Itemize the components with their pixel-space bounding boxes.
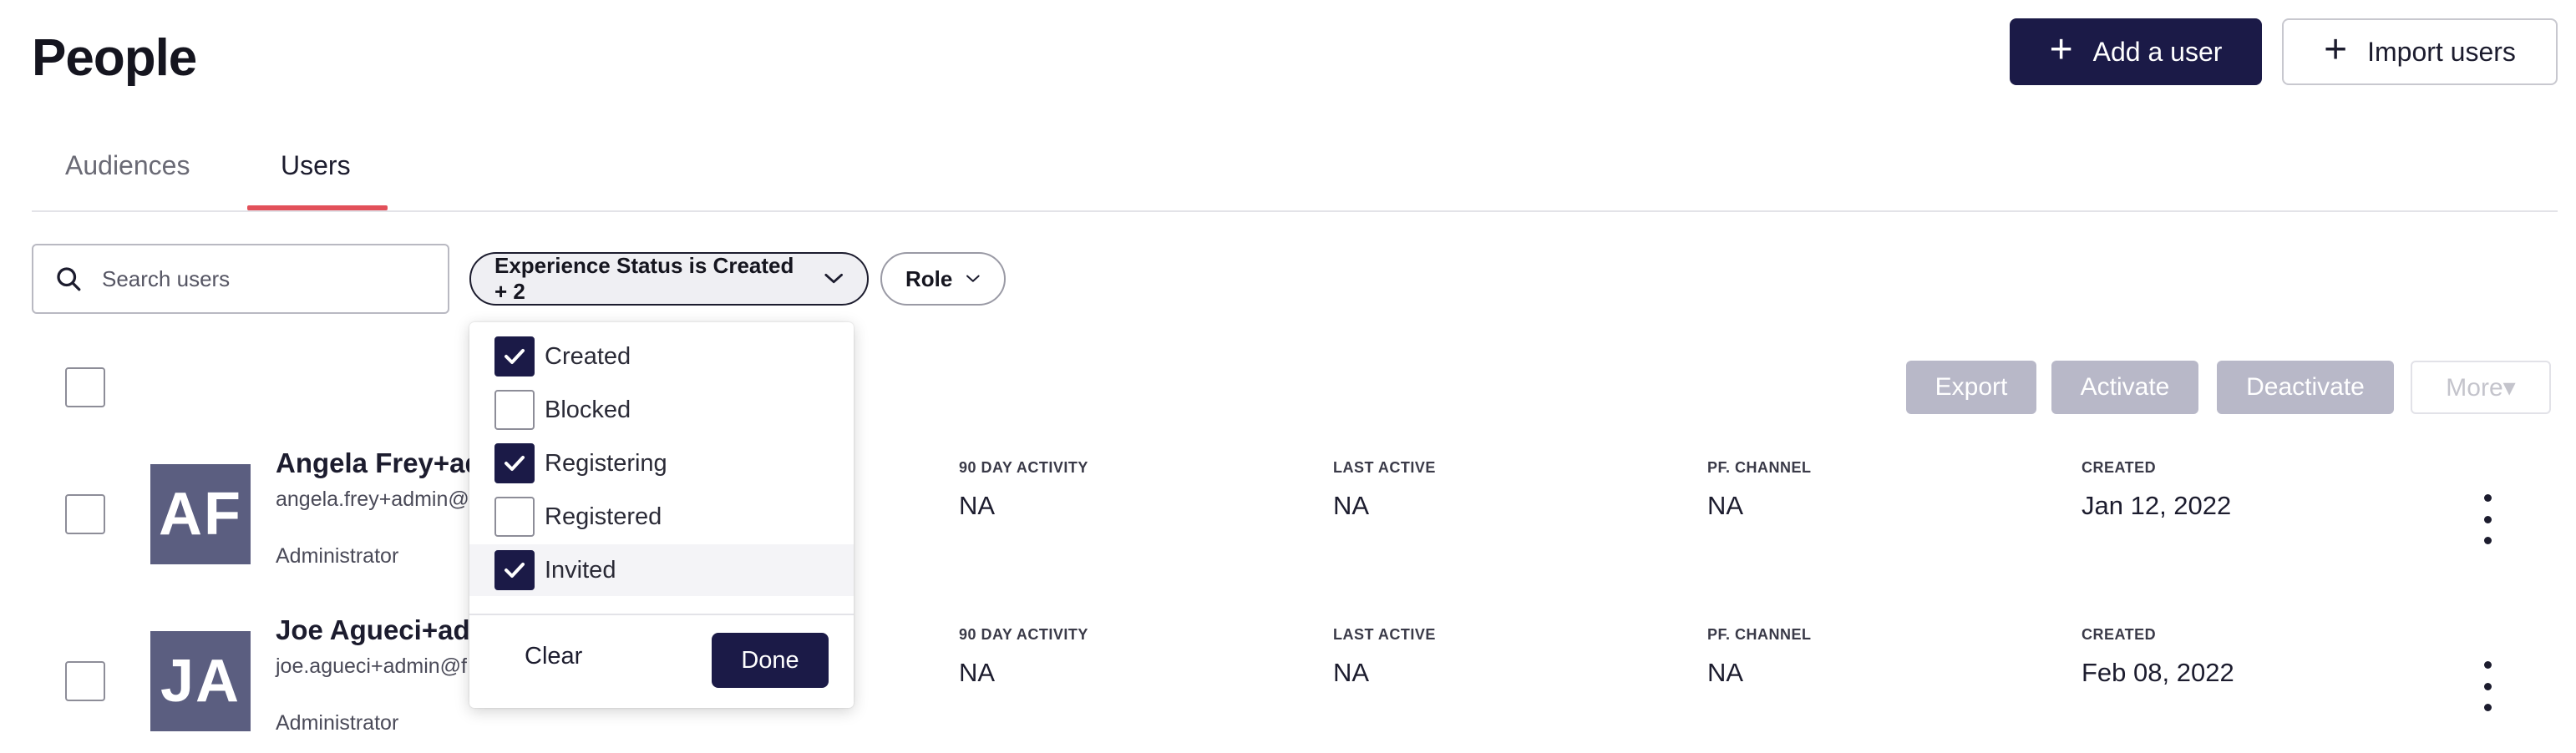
option-checkbox-checked[interactable] xyxy=(494,550,535,590)
deactivate-button[interactable]: Deactivate xyxy=(2217,361,2394,414)
activity-label: 90 DAY ACTIVITY xyxy=(959,626,1088,643)
divider xyxy=(469,614,854,615)
channel-value: NA xyxy=(1707,658,1744,687)
last-active-label: LAST ACTIVE xyxy=(1333,459,1436,476)
experience-status-filter-label: Experience Status is Created + 2 xyxy=(494,253,794,304)
option-label: Registered xyxy=(545,503,662,530)
more-button[interactable]: More▾ xyxy=(2411,361,2551,414)
add-user-button[interactable]: + Add a user xyxy=(2010,18,2262,85)
last-active-value: NA xyxy=(1333,491,1370,520)
option-label: Registering xyxy=(545,449,667,477)
avatar: AF xyxy=(150,464,251,564)
created-value: Feb 08, 2022 xyxy=(2082,658,2234,687)
done-button[interactable]: Done xyxy=(712,633,829,688)
channel-label: PF. CHANNEL xyxy=(1707,626,1812,643)
tab-users[interactable]: Users xyxy=(281,150,351,181)
option-checkbox[interactable] xyxy=(494,497,535,537)
avatar: JA xyxy=(150,631,251,731)
row-checkbox[interactable] xyxy=(65,494,105,534)
user-email: angela.frey+admin@ xyxy=(276,488,469,511)
plus-icon: + xyxy=(2049,28,2073,72)
status-option-invited[interactable]: Invited xyxy=(469,544,854,596)
experience-status-dropdown: Created Blocked Registering Registered I… xyxy=(469,322,854,708)
checkmark-icon xyxy=(505,349,525,364)
search-box[interactable] xyxy=(32,244,449,314)
tab-audiences[interactable]: Audiences xyxy=(65,150,190,181)
active-tab-indicator xyxy=(247,205,388,210)
status-option-registering[interactable]: Registering xyxy=(469,437,854,489)
search-icon xyxy=(57,267,81,291)
last-active-label: LAST ACTIVE xyxy=(1333,626,1436,643)
activate-button[interactable]: Activate xyxy=(2051,361,2198,414)
more-options-icon[interactable] xyxy=(2476,494,2499,544)
option-label: Invited xyxy=(545,556,616,584)
channel-value: NA xyxy=(1707,491,1744,520)
import-users-label: Import users xyxy=(2367,36,2516,67)
table-row[interactable]: JA Joe Agueci+ad joe.agueci+admin@f Admi… xyxy=(0,601,2576,753)
activity-value: NA xyxy=(959,658,996,687)
add-user-label: Add a user xyxy=(2092,36,2223,67)
last-active-value: NA xyxy=(1333,658,1370,687)
created-label: CREATED xyxy=(2082,626,2157,643)
option-checkbox-checked[interactable] xyxy=(494,336,535,376)
checkmark-icon xyxy=(505,563,525,578)
option-checkbox[interactable] xyxy=(494,390,535,430)
chevron-down-icon xyxy=(824,273,843,284)
search-input[interactable] xyxy=(102,265,419,292)
role-filter[interactable]: Role xyxy=(880,252,1006,306)
import-users-button[interactable]: + Import users xyxy=(2282,18,2558,85)
clear-button[interactable]: Clear xyxy=(525,643,582,670)
user-name[interactable]: Joe Agueci+ad xyxy=(276,614,470,646)
status-option-registered[interactable]: Registered xyxy=(469,491,854,543)
user-role: Administrator xyxy=(276,711,399,735)
channel-label: PF. CHANNEL xyxy=(1707,459,1812,476)
role-filter-label: Role xyxy=(905,265,953,291)
created-label: CREATED xyxy=(2082,459,2157,476)
plus-icon: + xyxy=(2324,28,2348,72)
user-email: joe.agueci+admin@f xyxy=(276,654,467,678)
export-button[interactable]: Export xyxy=(1906,361,2036,414)
chevron-down-icon xyxy=(966,275,980,282)
option-label: Created xyxy=(545,342,631,370)
activity-label: 90 DAY ACTIVITY xyxy=(959,459,1088,476)
created-value: Jan 12, 2022 xyxy=(2082,491,2232,520)
row-checkbox[interactable] xyxy=(65,661,105,701)
status-option-created[interactable]: Created xyxy=(469,331,854,382)
more-options-icon[interactable] xyxy=(2476,661,2499,711)
experience-status-filter[interactable]: Experience Status is Created + 2 xyxy=(469,252,869,306)
status-option-blocked[interactable]: Blocked xyxy=(469,384,854,436)
checkmark-icon xyxy=(505,456,525,471)
option-checkbox-checked[interactable] xyxy=(494,443,535,483)
activity-value: NA xyxy=(959,491,996,520)
page-title: People xyxy=(32,29,197,87)
table-row[interactable]: AF Angela Frey+ad angela.frey+admin@ Adm… xyxy=(0,434,2576,601)
user-role: Administrator xyxy=(276,544,399,568)
select-all-checkbox[interactable] xyxy=(65,367,105,407)
tab-bar: Audiences Users xyxy=(32,139,2558,212)
user-name[interactable]: Angela Frey+ad xyxy=(276,447,482,479)
option-label: Blocked xyxy=(545,396,631,423)
